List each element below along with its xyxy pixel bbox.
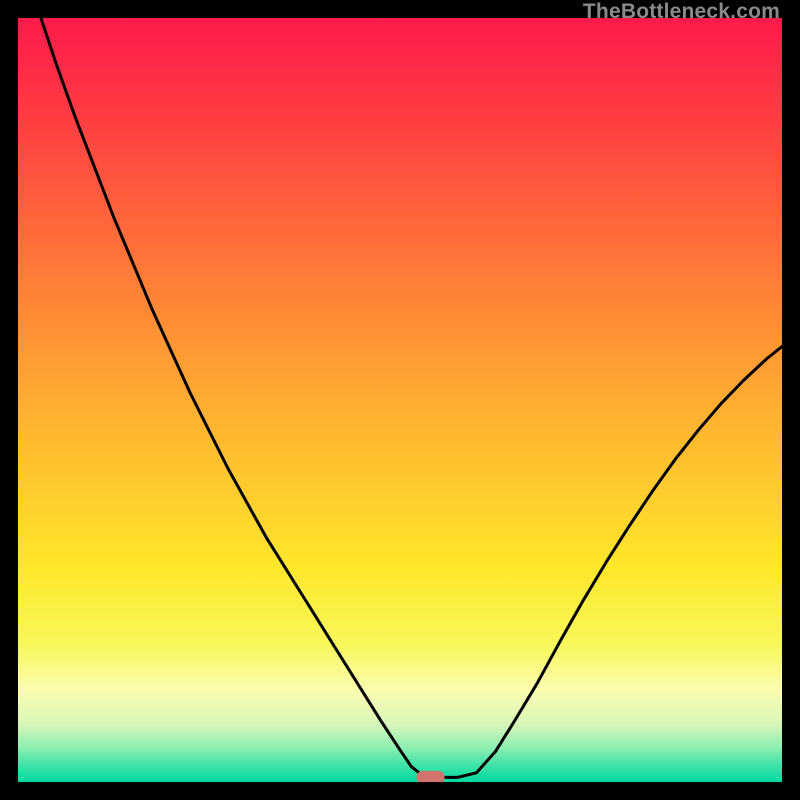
bottleneck-chart: [18, 18, 782, 782]
gradient-background: [18, 18, 782, 782]
chart-svg: [18, 18, 782, 782]
optimum-marker: [417, 771, 445, 782]
chart-frame: TheBottleneck.com: [0, 0, 800, 800]
